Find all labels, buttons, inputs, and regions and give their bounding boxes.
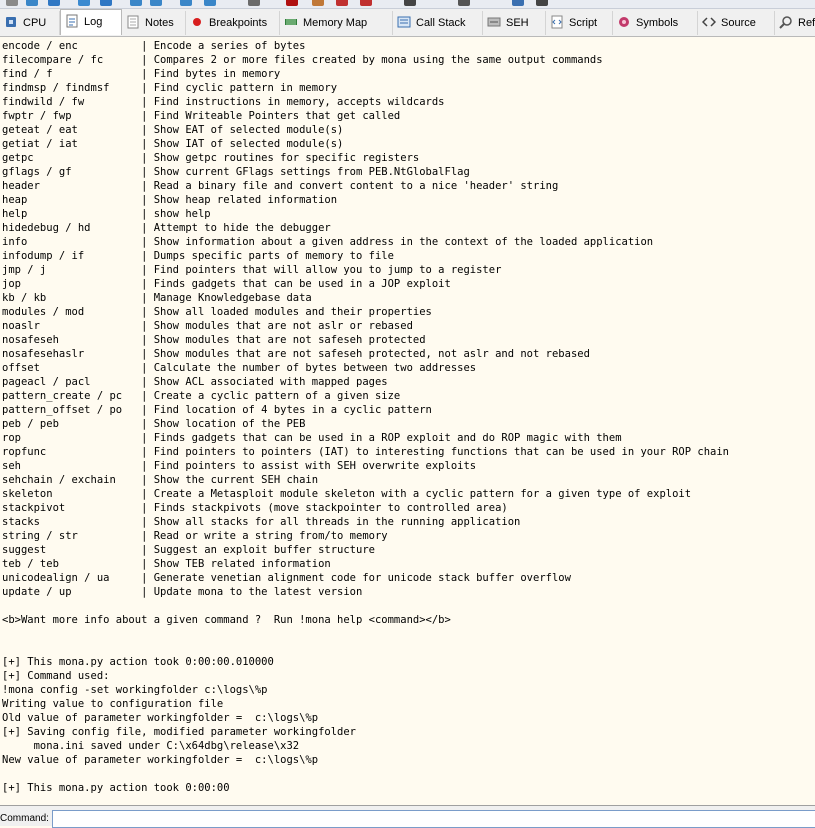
source-code-icon (701, 14, 717, 28)
restart-icon[interactable] (6, 0, 18, 6)
breakpoint-icon (190, 14, 204, 28)
cpu-icon (4, 14, 18, 28)
references-search-icon (779, 14, 793, 29)
tab-references[interactable]: Ref (775, 11, 815, 35)
settings-icon[interactable] (536, 0, 548, 6)
tab-label: Breakpoints (209, 17, 268, 29)
stop-icon[interactable] (248, 0, 260, 6)
calculator-icon[interactable] (512, 0, 524, 6)
step-into-icon[interactable] (78, 0, 90, 6)
tab-log[interactable]: Log (60, 9, 122, 35)
refresh-icon[interactable] (26, 0, 38, 6)
memory-map-icon (284, 14, 298, 28)
tab-label: Ref (798, 17, 815, 29)
tab-label: Symbols (636, 17, 679, 29)
command-bar: Command: (0, 805, 815, 828)
tab-label: Source (721, 17, 756, 29)
tab-memory-map[interactable]: Memory Map (280, 11, 393, 35)
tab-label: Notes (145, 17, 174, 29)
script-icon[interactable] (336, 0, 348, 6)
font-icon[interactable] (458, 0, 470, 6)
toolbar (0, 0, 815, 9)
call-stack-icon (397, 14, 411, 28)
tab-symbols[interactable]: Symbols (613, 11, 698, 35)
tab-script[interactable]: Script (546, 11, 613, 35)
seh-icon (487, 14, 501, 28)
tab-label: CPU (23, 17, 47, 29)
command-input[interactable] (52, 810, 815, 828)
tab-call-stack[interactable]: Call Stack (393, 11, 483, 35)
tab-label: SEH (506, 17, 529, 29)
tab-bar: CPU Log Notes Breakpoints Memory Map Cal… (0, 9, 815, 37)
step-over-icon[interactable] (130, 0, 142, 6)
tab-label: Memory Map (303, 17, 368, 29)
run-icon[interactable] (48, 0, 60, 6)
tab-label: Script (569, 17, 598, 29)
symbols-icon (617, 14, 631, 28)
tab-source[interactable]: Source (698, 11, 775, 35)
record-icon[interactable] (286, 0, 298, 6)
log-text: encode / enc | Encode a series of bytes … (2, 40, 729, 794)
script-tab-icon (550, 14, 564, 29)
animate-icon[interactable] (204, 0, 216, 6)
tab-seh[interactable]: SEH (483, 11, 546, 35)
patch-icon[interactable] (312, 0, 324, 6)
execute-till-return-icon[interactable] (180, 0, 192, 6)
tab-label: Call Stack (416, 17, 466, 29)
log-icon (65, 13, 79, 28)
tab-breakpoints[interactable]: Breakpoints (186, 11, 280, 35)
notes-icon (126, 14, 140, 29)
hash-icon[interactable] (404, 0, 416, 6)
tab-label: Log (84, 16, 103, 28)
tab-notes[interactable]: Notes (122, 11, 186, 35)
step-out-icon[interactable] (150, 0, 162, 6)
plugin-icon[interactable] (360, 0, 372, 6)
log-view[interactable]: encode / enc | Encode a series of bytes … (0, 37, 815, 805)
pause-icon[interactable] (100, 0, 112, 6)
command-label: Command: (0, 813, 49, 824)
tab-cpu[interactable]: CPU (0, 11, 60, 35)
